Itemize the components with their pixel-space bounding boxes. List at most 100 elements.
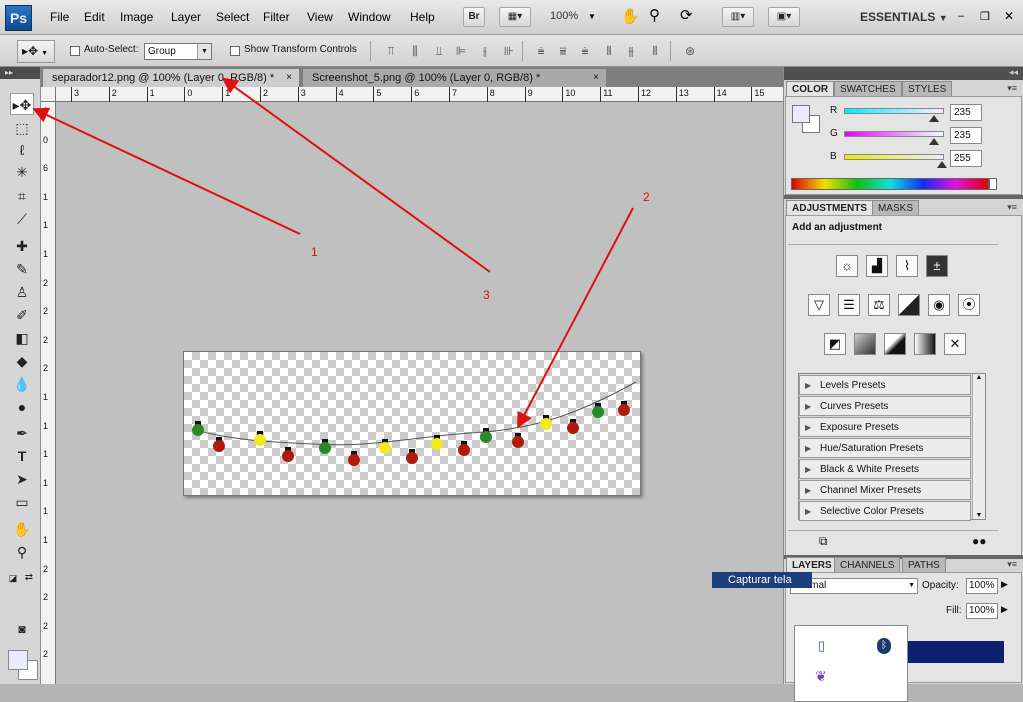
- list-item[interactable]: Hue/Saturation Presets: [799, 438, 971, 458]
- auto-select-checkbox[interactable]: [70, 46, 80, 56]
- align-hcenter-icon[interactable]: ⫲: [476, 44, 494, 58]
- restore-icon[interactable]: ❐: [980, 10, 990, 23]
- vertical-ruler[interactable]: 0 0 6 1 1 1 2 2 2 2 1 1 1 1 1 1 2 2 2 2: [41, 102, 56, 684]
- white-swatch[interactable]: [989, 178, 997, 190]
- zoom-dropdown-icon[interactable]: ▼: [588, 12, 596, 21]
- hand-tool-icon[interactable]: ✋: [621, 7, 640, 25]
- green-slider[interactable]: [844, 131, 944, 137]
- menu-select[interactable]: Select: [216, 10, 249, 24]
- threshold-icon[interactable]: [884, 333, 906, 355]
- dock-header[interactable]: ◂◂: [784, 67, 1023, 80]
- list-item[interactable]: Exposure Presets: [799, 417, 971, 437]
- red-slider-thumb[interactable]: [929, 115, 939, 122]
- healing-brush-tool-icon[interactable]: ✚: [10, 235, 34, 257]
- close-icon[interactable]: ✕: [1004, 9, 1014, 23]
- tool-preset-picker[interactable]: ▸✥ ▼: [17, 40, 55, 63]
- path-selection-tool-icon[interactable]: ➤: [10, 468, 34, 490]
- show-transform-checkbox[interactable]: [230, 46, 240, 56]
- presets-scrollbar[interactable]: ▲ ▼: [972, 374, 985, 519]
- fill-arrow-icon[interactable]: ▶: [1001, 604, 1008, 615]
- layer-row-selected[interactable]: [908, 641, 1004, 663]
- align-right-icon[interactable]: ⊪: [500, 44, 518, 58]
- exposure-icon[interactable]: ±: [926, 255, 948, 277]
- hue-saturation-icon[interactable]: ☰: [838, 294, 860, 316]
- type-tool-icon[interactable]: T: [10, 445, 34, 467]
- distribute-hcenter-icon[interactable]: ⫵: [622, 44, 640, 58]
- quick-mask-icon[interactable]: ◙: [10, 618, 34, 640]
- channel-mixer-icon[interactable]: ⦿: [958, 294, 980, 316]
- rotate-view-icon[interactable]: ⟳: [680, 6, 693, 24]
- eyedropper-tool-icon[interactable]: ⟋: [10, 208, 34, 230]
- menu-view[interactable]: View: [307, 10, 333, 24]
- gradient-map-icon[interactable]: [914, 333, 936, 355]
- list-item[interactable]: Levels Presets: [799, 375, 971, 395]
- photo-filter-icon[interactable]: ◉: [928, 294, 950, 316]
- close-tab-icon[interactable]: ×: [593, 69, 599, 87]
- marquee-tool-icon[interactable]: ⬚: [10, 117, 34, 139]
- blue-value-field[interactable]: 255: [950, 150, 982, 167]
- distribute-top-icon[interactable]: ⩧: [532, 44, 550, 58]
- eraser-tool-icon[interactable]: ◧: [10, 327, 34, 349]
- workspace-switcher[interactable]: ESSENTIALS ▼: [860, 10, 948, 24]
- opacity-field[interactable]: 100%: [966, 578, 998, 594]
- red-slider[interactable]: [844, 108, 944, 114]
- minimize-icon[interactable]: –: [958, 10, 964, 22]
- list-item[interactable]: Black & White Presets: [799, 459, 971, 479]
- scroll-up-icon[interactable]: ▲: [973, 374, 985, 381]
- menu-edit[interactable]: Edit: [84, 10, 105, 24]
- paint-bucket-tool-icon[interactable]: ◆: [10, 350, 34, 372]
- shape-tool-icon[interactable]: ▭: [10, 491, 34, 513]
- hand-tool-icon[interactable]: ✋: [10, 518, 34, 540]
- default-colors-icon[interactable]: ◪: [6, 567, 20, 589]
- distribute-vcenter-icon[interactable]: ⩸: [554, 44, 572, 58]
- curves-icon[interactable]: ⌇: [896, 255, 918, 277]
- toolbox-collapse-icon[interactable]: ▸▸: [0, 67, 40, 79]
- arrange-documents-button[interactable]: ▥▾: [722, 7, 754, 27]
- tab-styles[interactable]: STYLES: [902, 81, 953, 96]
- levels-icon[interactable]: ▟: [866, 255, 888, 277]
- fill-field[interactable]: 100%: [966, 603, 998, 619]
- tab-adjustments[interactable]: ADJUSTMENTS: [786, 200, 874, 215]
- lasso-tool-icon[interactable]: ℓ: [10, 139, 34, 161]
- blue-slider-thumb[interactable]: [937, 161, 947, 168]
- pen-tool-icon[interactable]: ✒: [10, 422, 34, 444]
- screen-mode-button[interactable]: ▣▾: [768, 7, 800, 27]
- swap-colors-icon[interactable]: ⇄: [22, 567, 36, 589]
- magic-wand-tool-icon[interactable]: ✳: [10, 161, 34, 183]
- tab-layers[interactable]: LAYERS: [786, 557, 838, 572]
- distribute-bottom-icon[interactable]: ⩧: [576, 44, 594, 58]
- list-item[interactable]: Selective Color Presets: [799, 501, 971, 521]
- history-brush-tool-icon[interactable]: ✐: [10, 304, 34, 326]
- vibrance-icon[interactable]: ▽: [808, 294, 830, 316]
- green-slider-thumb[interactable]: [929, 138, 939, 145]
- red-value-field[interactable]: 235: [950, 104, 982, 121]
- panel-menu-icon[interactable]: ▾≡: [1007, 83, 1017, 94]
- bridge-button[interactable]: Br: [463, 7, 485, 27]
- tab-screenshot5[interactable]: Screenshot_5.png @ 100% (Layer 0, RGB/8)…: [303, 69, 606, 87]
- view-extras-button[interactable]: ▦▾: [499, 7, 531, 27]
- align-vcenter-icon[interactable]: ⫼: [406, 44, 424, 58]
- list-item[interactable]: Curves Presets: [799, 396, 971, 416]
- auto-select-dropdown[interactable]: Group ▼: [144, 43, 212, 60]
- scroll-down-icon[interactable]: ▼: [973, 512, 985, 519]
- opacity-arrow-icon[interactable]: ▶: [1001, 579, 1008, 590]
- ruler-origin[interactable]: [41, 87, 56, 102]
- panel-menu-icon[interactable]: ▾≡: [1007, 202, 1017, 213]
- distribute-left-icon[interactable]: ⫴: [600, 44, 618, 58]
- foreground-color-swatch[interactable]: [8, 650, 28, 670]
- tab-masks[interactable]: MASKS: [872, 200, 920, 215]
- auto-align-layers-icon[interactable]: ⊛: [681, 44, 699, 58]
- black-white-icon[interactable]: [898, 294, 920, 316]
- tab-color[interactable]: COLOR: [786, 81, 835, 96]
- brush-tool-icon[interactable]: ✎: [10, 258, 34, 280]
- crop-tool-icon[interactable]: ⌗: [10, 185, 34, 207]
- list-item[interactable]: Channel Mixer Presets: [799, 480, 971, 500]
- menu-help[interactable]: Help: [410, 10, 435, 24]
- menu-file[interactable]: File: [50, 10, 69, 24]
- document-canvas[interactable]: [183, 351, 641, 496]
- align-bottom-icon[interactable]: ⫫: [430, 44, 448, 58]
- align-left-icon[interactable]: ⊫: [452, 44, 470, 58]
- distribute-right-icon[interactable]: ⫴: [646, 44, 664, 58]
- tab-separador12[interactable]: separador12.png @ 100% (Layer 0, RGB/8) …: [43, 69, 299, 87]
- return-to-list-icon[interactable]: ⧉: [819, 534, 828, 549]
